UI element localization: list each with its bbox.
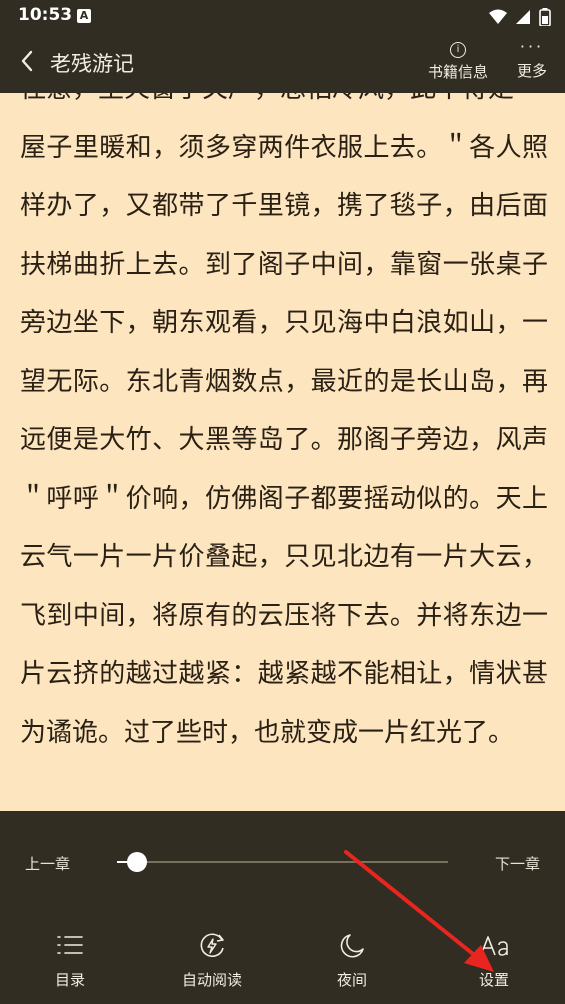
book-info-button[interactable]: i 书籍信息 [423,38,493,82]
content-paragraph: 屋子里暖和，须多穿两件衣服上去。＂各人照样办了，又都带了千里镜，携了毯子，由后面… [20,132,548,748]
menu-settings-label: 设置 [478,971,509,989]
wifi-icon [488,9,507,24]
signal-icon [515,9,530,24]
book-info-label: 书籍信息 [427,63,488,81]
status-bar: 10:53 A [0,0,565,32]
more-dots-icon: ··· [519,37,545,56]
more-button[interactable]: ··· 更多 [508,38,556,81]
moon-icon [340,934,364,958]
menu-night-label: 夜间 [336,971,367,989]
menu-auto-read-label: 自动阅读 [181,971,242,989]
menu-night-mode[interactable]: 夜间 [297,931,407,990]
slider-thumb[interactable] [126,852,147,872]
reader-control-panel: 上一章 下一章 目录 自动阅读 夜间 设置 [0,811,565,1004]
status-time: 10:53 [18,5,73,25]
font-settings-icon [480,936,508,956]
info-icon: i [450,42,466,58]
more-label: 更多 [516,62,547,80]
next-chapter-button[interactable]: 下一章 [495,853,540,874]
menu-catalog-label: 目录 [54,971,85,989]
book-title: 老残游记 [50,52,134,76]
menu-settings[interactable]: 设置 [439,931,549,990]
prev-chapter-button[interactable]: 上一章 [25,853,70,874]
chapter-progress-slider[interactable] [117,852,448,872]
list-icon [57,936,83,954]
back-arrow-icon[interactable] [20,50,34,72]
top-bar: 10:53 A 老残游记 i 书籍信息 ··· 更多 [0,0,565,93]
notification-a-icon: A [77,9,91,23]
menu-auto-read[interactable]: 自动阅读 [157,931,267,990]
reading-content[interactable]: 住意，生火窗子关严，总怕冷风，此不得是 屋子里暖和，须多穿两件衣服上去。＂各人照… [20,60,548,810]
menu-catalog[interactable]: 目录 [15,931,125,990]
auto-read-icon [200,933,224,957]
status-icons [485,6,551,26]
bottom-menu: 目录 自动阅读 夜间 设置 [0,931,565,991]
battery-icon [539,7,551,26]
